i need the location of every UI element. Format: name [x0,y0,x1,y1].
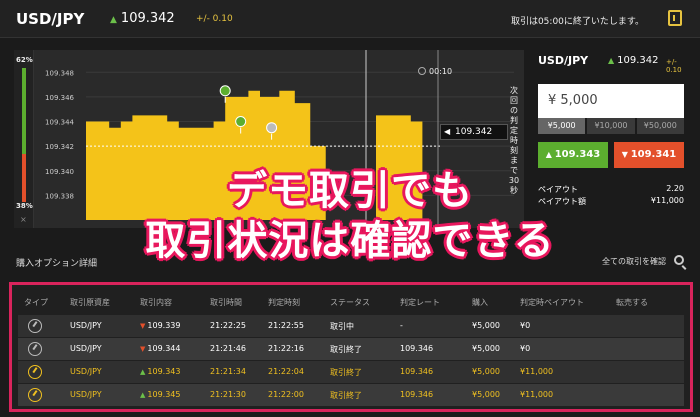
cell-judge-rate: 109.346 [400,344,434,353]
th-judge-rate: 判定レート [400,298,440,307]
y-tick-label: 109.346 [45,94,74,102]
cell-rate: ▼ 109.344 [140,344,180,353]
panel-change: +/- 0.10 [666,58,682,74]
cell-asset: USD/JPY [70,321,102,330]
cell-buy: ¥5,000 [472,390,500,399]
th-type: タイプ [24,298,48,307]
gauge-icon [28,365,42,379]
gauge-icon [28,319,42,333]
high-entry-marker [235,116,247,128]
table-header: タイプ 取引原資産 取引内容 取引時間 判定時刻 ステータス 判定レート 購入 … [12,285,690,315]
th-judge: 判定時刻 [268,298,300,307]
cell-judge-rate: 109.346 [400,390,434,399]
cell-judge-rate: - [400,321,403,330]
cell-rate-value: 109.345 [147,390,181,399]
current-rate-tag: ◀ 109.342 [440,124,508,140]
up-arrow-icon: ▲ [140,368,146,376]
down-arrow-icon: ▼ [140,322,146,330]
cell-time: 21:21:30 [210,390,246,399]
preset-10000[interactable]: ¥10,000 [587,118,635,134]
th-status: ステータス [330,298,370,307]
table-row[interactable]: USD/JPY ▲ 109.345 21:21:30 21:22:00 取引終了 109.3… [18,384,684,406]
th-payout: 判定時ペイアウト [520,298,584,307]
cell-status: 取引中 [330,322,354,331]
cell-buy: ¥5,000 [472,321,500,330]
panel-rate: ▲ 109.342 [608,55,659,66]
top-rate-value: 109.342 [120,11,175,26]
cell-payout: ¥11,000 [520,367,554,376]
clock-icon [418,67,426,75]
y-tick-label: 109.344 [45,119,74,127]
top-bar: USD/JPY ▲ 109.342 +/- 0.10 取引は05:00に終了いたし… [0,0,700,38]
y-tick-label: 109.348 [45,69,74,77]
amount-input[interactable] [538,84,684,118]
th-time: 取引時間 [210,298,242,307]
panel-rate-value: 109.342 [617,55,659,66]
low-entry-marker [266,122,278,134]
cell-time: 21:21:34 [210,367,246,376]
cell-status: 取引終了 [330,345,362,354]
cell-rate: ▲ 109.343 [140,367,180,376]
timer-value: 00:10 [429,67,453,76]
cell-rate-value: 109.344 [147,344,181,353]
trade-table: タイプ 取引原資産 取引内容 取引時間 判定時刻 ステータス 判定レート 購入 … [9,282,693,412]
preset-5000[interactable]: ¥5,000 [538,118,586,134]
cell-rate-value: 109.339 [147,321,181,330]
cell-judge: 21:22:55 [268,321,304,330]
cell-judge: 21:22:00 [268,390,304,399]
cell-buy: ¥5,000 [472,367,500,376]
panel-pair: USD/JPY [538,54,589,67]
cell-status: 取引終了 [330,368,362,377]
th-content: 取引内容 [140,298,172,307]
th-buy: 購入 [472,298,488,307]
up-arrow-icon: ▲ [110,15,117,25]
cell-payout: ¥0 [520,321,531,330]
current-rate-value: 109.342 [455,127,493,137]
amount-presets: ¥5,000 ¥10,000 ¥50,000 [538,118,684,134]
gauge-icon [28,388,42,402]
table-row[interactable]: USD/JPY ▼ 109.339 21:22:25 21:22:55 取引中 - ¥5,00… [18,315,684,337]
preset-50000[interactable]: ¥50,000 [636,118,684,134]
close-notice: 取引は05:00に終了いたします。 [510,17,644,27]
cell-status: 取引終了 [330,391,362,400]
cell-time: 21:22:25 [210,321,246,330]
countdown-timer: 00:10 [418,67,452,76]
cell-buy: ¥5,000 [472,344,500,353]
cell-rate: ▼ 109.339 [140,321,180,330]
cell-time: 21:21:46 [210,344,246,353]
table-row[interactable]: USD/JPY ▲ 109.343 21:21:34 21:22:04 取引終了 109.3… [18,361,684,383]
th-resell: 転売する [616,298,648,307]
notice-icon[interactable] [668,10,682,26]
pair-title: USD/JPY [16,10,85,28]
cell-asset: USD/JPY [70,344,102,353]
up-arrow-icon: ▲ [140,391,146,399]
down-arrow-icon: ▼ [140,345,146,353]
cell-judge-rate: 109.346 [400,367,434,376]
cell-judge: 21:22:04 [268,367,304,376]
cell-judge: 21:22:16 [268,344,304,353]
cell-payout: ¥0 [520,344,531,353]
table-row[interactable]: USD/JPY ▼ 109.344 21:21:46 21:22:16 取引終了 109.3… [18,338,684,360]
up-arrow-icon: ▲ [608,56,615,65]
gauge-icon [28,342,42,356]
top-change: +/- 0.10 [196,14,233,24]
cell-payout: ¥11,000 [520,390,554,399]
top-rate: ▲ 109.342 [110,11,175,26]
rate-pointer-icon: ◀ [444,127,451,136]
cell-asset: USD/JPY [70,390,102,399]
cell-asset: USD/JPY [70,367,102,376]
cell-rate: ▲ 109.345 [140,390,180,399]
high-entry-marker [219,85,231,97]
th-asset: 取引原資産 [70,298,110,307]
overlay-line-2: 取引状況は確認できる [145,218,555,264]
cell-rate-value: 109.343 [147,367,181,376]
y-tick-label: 109.342 [45,143,74,151]
